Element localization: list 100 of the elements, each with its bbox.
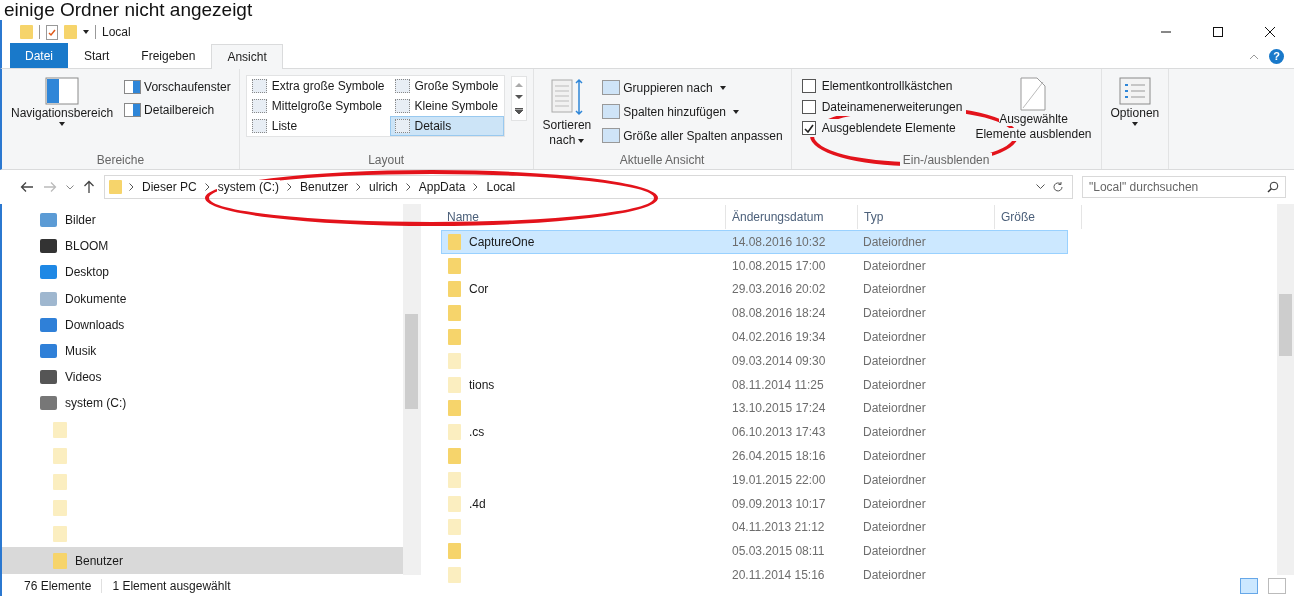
folder-icon <box>53 473 67 490</box>
nav-item[interactable]: Downloads <box>2 311 403 338</box>
file-row[interactable]: 04.02.2016 19:34 Dateiordner <box>441 325 1068 349</box>
caret-icon <box>578 138 585 143</box>
address-bar[interactable]: Dieser PC system (C:) Benutzer ulrich AppData Local <box>104 175 1073 199</box>
refresh-icon[interactable] <box>1052 181 1064 193</box>
file-row[interactable]: 05.03.2015 08:11 Dateiordner <box>441 539 1068 564</box>
file-row[interactable]: .4d 09.09.2013 10:17 Dateiordner <box>441 491 1068 516</box>
checklist-icon[interactable] <box>46 24 58 40</box>
expand-gallery-icon[interactable] <box>514 108 523 115</box>
file-row[interactable]: 26.04.2015 18:16 Dateiordner <box>441 444 1068 468</box>
nav-item[interactable]: BLOOM <box>2 233 403 260</box>
layout-option[interactable]: Kleine Symbole <box>389 96 504 116</box>
breadcrumb[interactable]: system (C:) <box>216 180 281 194</box>
file-row[interactable]: 04.11.2013 21:12 Dateiordner <box>441 515 1068 540</box>
column-header[interactable]: Typ <box>858 205 995 229</box>
file-tab[interactable]: Datei <box>10 43 68 68</box>
breadcrumb[interactable]: AppData <box>417 180 467 194</box>
breadcrumb[interactable]: Benutzer <box>299 180 350 194</box>
up-arrow-icon[interactable] <box>83 180 95 194</box>
folder-icon <box>448 352 461 369</box>
caret-icon[interactable] <box>83 30 89 34</box>
chevron-up-icon[interactable] <box>1249 52 1259 60</box>
maximize-icon[interactable] <box>1212 26 1224 38</box>
help-button[interactable]: ? <box>1269 48 1284 64</box>
folder-icon <box>53 421 67 438</box>
column-header[interactable]: Änderungsdatum <box>726 205 858 229</box>
folder-icon <box>53 500 67 517</box>
file-row[interactable]: CaptureOne 14.08.2016 10:32 Dateiordner <box>441 230 1068 254</box>
scrollbar[interactable] <box>1277 204 1294 575</box>
view-button[interactable]: Größe aller Spalten anpassen <box>600 125 785 146</box>
window-title: Local <box>102 25 131 39</box>
view-button[interactable]: Gruppieren nach <box>600 77 785 98</box>
file-row[interactable]: 19.01.2015 22:00 Dateiordner <box>441 467 1068 492</box>
hide-selected-button[interactable]: Ausgewählte Elemente ausblenden <box>972 73 1095 145</box>
folder-icon <box>53 526 67 543</box>
nav-item[interactable]: Benutzer <box>2 547 403 574</box>
folder-icon <box>448 281 461 298</box>
scroll-up-icon[interactable] <box>514 82 523 87</box>
column-header[interactable]: Name <box>441 205 726 229</box>
file-row[interactable]: 08.08.2016 18:24 Dateiordner <box>441 301 1068 326</box>
folder-icon <box>53 552 67 569</box>
folder-icon <box>448 543 461 560</box>
file-row[interactable]: 09.03.2014 09:30 Dateiordner <box>441 349 1068 373</box>
folder-icon <box>53 447 67 464</box>
options-button[interactable]: Optionen <box>1107 73 1163 130</box>
layout-option[interactable]: Details <box>389 116 504 136</box>
view-button[interactable]: Spalten hinzufügen <box>600 101 785 122</box>
checklist-icon <box>1118 77 1151 105</box>
file-row[interactable]: 20.11.2014 15:16 Dateiordner <box>441 563 1068 587</box>
file-row[interactable]: Cor 29.03.2016 20:02 Dateiordner <box>441 277 1068 302</box>
caret-icon <box>1131 122 1138 126</box>
file-row[interactable]: tions 08.11.2014 11:25 Dateiordner <box>441 372 1068 397</box>
caret-icon <box>733 109 739 114</box>
folder-icon <box>448 376 461 393</box>
pane-button[interactable]: Detailbereich <box>122 100 233 120</box>
layout-option[interactable]: Große Symbole <box>389 76 504 96</box>
chevron-down-icon[interactable] <box>1036 184 1045 190</box>
nav-item[interactable]: Desktop <box>2 259 403 286</box>
file-row[interactable]: 13.10.2015 17:24 Dateiordner <box>441 396 1068 421</box>
chevron-down-icon[interactable] <box>66 184 74 190</box>
pane-button[interactable]: Vorschaufenster <box>122 77 233 97</box>
nav-item[interactable]: Dokumente <box>2 285 403 312</box>
folder-icon <box>448 400 461 417</box>
layout-option[interactable]: Extra große Symbole <box>246 76 390 96</box>
back-arrow-icon[interactable] <box>20 181 34 193</box>
file-row[interactable]: .cs 06.10.2013 17:43 Dateiordner <box>441 420 1068 445</box>
nav-item[interactable]: Videos <box>2 364 403 391</box>
nav-item[interactable]: Musik <box>2 337 403 365</box>
folder-icon <box>448 495 461 512</box>
checkbox-box[interactable] <box>801 100 816 114</box>
ribbon-tab[interactable]: Ansicht <box>211 44 283 69</box>
scrollbar[interactable] <box>403 204 420 575</box>
breadcrumb[interactable]: Dieser PC <box>141 180 198 194</box>
selection-count: 1 Element ausgewählt <box>112 579 231 593</box>
close-icon[interactable] <box>1264 26 1276 38</box>
breadcrumb[interactable]: ulrich <box>368 180 399 194</box>
sort-button[interactable]: Sortieren nach <box>539 73 595 151</box>
breadcrumb[interactable]: Local <box>485 180 517 194</box>
navigation-pane-button[interactable]: Navigationsbereich <box>8 73 117 130</box>
page-icon <box>1020 77 1047 111</box>
search-icon[interactable] <box>1267 181 1279 193</box>
layout-option[interactable]: Liste <box>246 116 390 136</box>
checkbox-box[interactable] <box>801 79 816 93</box>
search-field[interactable]: "Local" durchsuchen <box>1082 176 1286 198</box>
chevron-right-icon <box>129 183 134 191</box>
column-header[interactable]: Größe <box>995 205 1082 229</box>
layout-option[interactable]: Mittelgroße Symbole <box>246 96 390 116</box>
caption-text: einige Ordner nicht angezeigt <box>3 0 254 20</box>
chevron-right-icon <box>356 183 362 191</box>
checkbox-box[interactable] <box>801 121 816 135</box>
file-row[interactable]: 10.08.2015 17:00 Dateiordner <box>441 253 1068 278</box>
large-icons-view-icon[interactable] <box>1268 578 1286 594</box>
scroll-down-icon[interactable] <box>514 95 523 100</box>
folder-icon <box>448 305 461 322</box>
caret-icon <box>719 85 726 90</box>
details-view-icon[interactable] <box>1240 578 1258 594</box>
nav-item[interactable]: system (C:) <box>2 390 403 417</box>
nav-item[interactable]: Bilder <box>2 207 403 234</box>
folder-icon <box>448 424 461 441</box>
